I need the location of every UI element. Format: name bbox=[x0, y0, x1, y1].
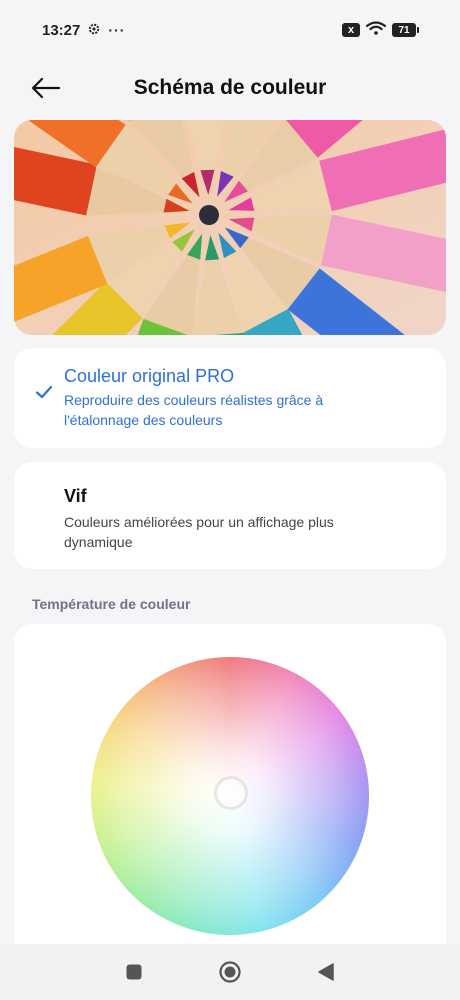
hero-pencils-image bbox=[14, 120, 446, 335]
status-right: x 71 bbox=[342, 20, 419, 40]
option-description: Reproduire des couleurs réalistes grâce … bbox=[64, 392, 324, 428]
wifi-icon bbox=[365, 20, 387, 40]
header: Schéma de couleur bbox=[0, 60, 460, 116]
color-wheel-handle[interactable] bbox=[214, 776, 248, 810]
gear-icon bbox=[88, 23, 100, 38]
sim-x-icon: x bbox=[342, 23, 360, 37]
option-description: Couleurs améliorées pour un affichage pl… bbox=[64, 514, 334, 550]
navigation-bar bbox=[0, 944, 460, 1000]
option-title: Couleur original PRO bbox=[64, 366, 235, 386]
option-original-pro[interactable]: Couleur original PRO Reproduire des coul… bbox=[14, 348, 446, 448]
back-triangle-icon[interactable] bbox=[314, 960, 338, 984]
section-label-temperature: Température de couleur bbox=[32, 596, 191, 612]
status-time: 13:27 bbox=[42, 21, 81, 39]
color-temperature-card bbox=[14, 624, 446, 954]
back-button[interactable] bbox=[28, 72, 64, 104]
battery-icon: 71 bbox=[392, 23, 419, 37]
status-bar: 13:27 ··· x 71 bbox=[0, 0, 460, 60]
more-dots-icon: ··· bbox=[108, 22, 126, 38]
home-circle-icon[interactable] bbox=[218, 960, 242, 984]
status-left: 13:27 ··· bbox=[42, 22, 125, 39]
check-icon bbox=[35, 385, 53, 399]
arrow-left-icon bbox=[31, 77, 61, 99]
option-vif[interactable]: Vif Couleurs améliorées pour un affichag… bbox=[14, 462, 446, 569]
recents-square-icon[interactable] bbox=[122, 960, 146, 984]
option-title: Vif bbox=[64, 486, 87, 506]
page-title: Schéma de couleur bbox=[133, 76, 327, 99]
